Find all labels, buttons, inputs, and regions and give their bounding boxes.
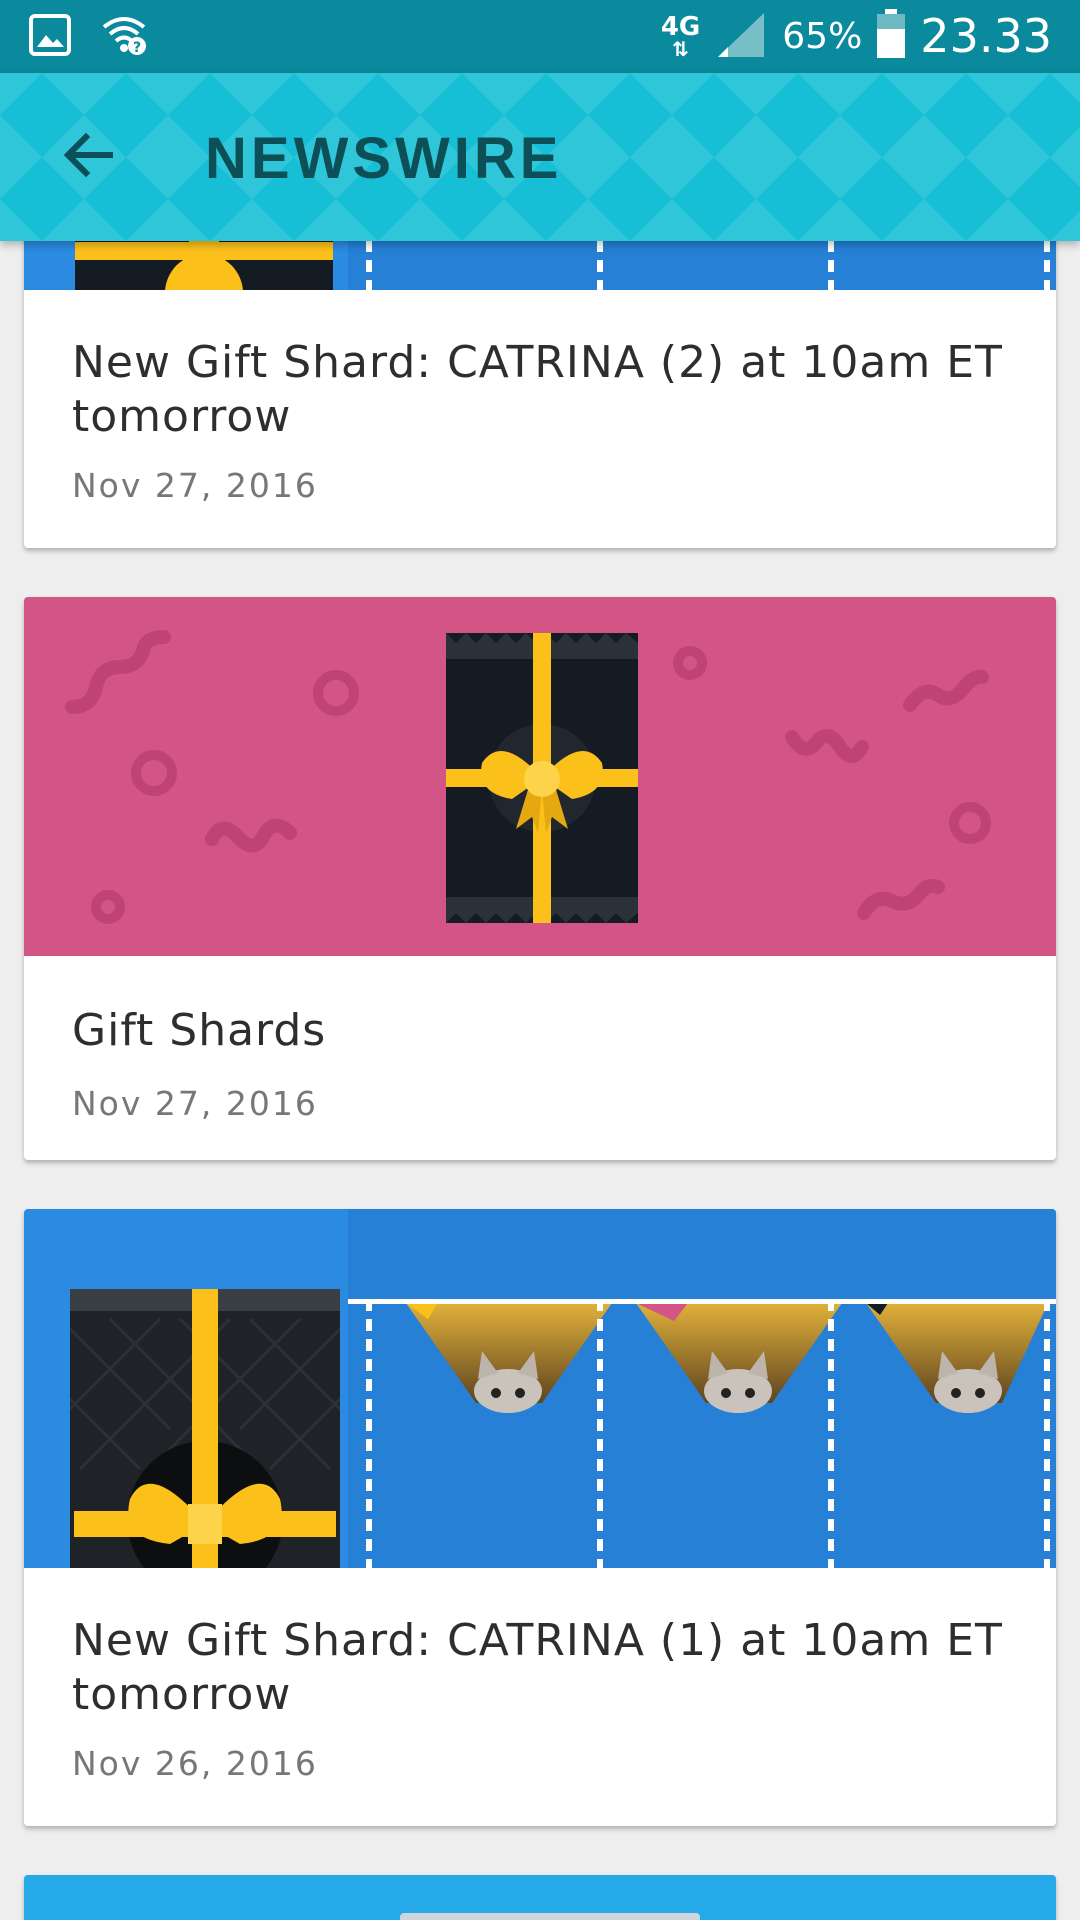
card-banner-image (24, 1209, 1056, 1568)
gallery-icon (28, 13, 72, 61)
news-card[interactable]: New Gift Shard: CATRINA (1) at 10am ET t… (24, 1209, 1056, 1826)
card-title: New Gift Shard: CATRINA (1) at 10am ET t… (72, 1615, 1003, 1720)
app-bar: NEWSWIRE (0, 73, 1080, 241)
card-date: Nov 27, 2016 (72, 466, 318, 505)
wifi-question-icon: ? (100, 13, 148, 61)
news-card[interactable]: Gift Shards Nov 27, 2016 (24, 597, 1056, 1160)
card-banner-image (24, 597, 1056, 956)
card-title: New Gift Shard: CATRINA (2) at 10am ET t… (72, 337, 1003, 442)
cat-shards-image (348, 1299, 1056, 1413)
card-title: Gift Shards (72, 1005, 327, 1056)
status-bar: ? 4G ⇅ 65% 23.33 (0, 0, 1080, 73)
card-date: Nov 26, 2016 (72, 1744, 318, 1783)
status-bar-left: ? (28, 13, 148, 61)
battery-percent: 65% (782, 15, 863, 57)
card-banner-image (400, 1913, 700, 1920)
app-root: ? 4G ⇅ 65% 23.33 NEWSWIRE New Gift Shard… (0, 0, 1080, 1920)
arrow-left-icon (62, 129, 114, 185)
svg-text:?: ? (133, 40, 141, 56)
news-card[interactable] (24, 1875, 1056, 1920)
clock: 23.33 (920, 9, 1052, 63)
battery-icon (876, 9, 906, 63)
page-title: NEWSWIRE (205, 126, 563, 191)
data-arrows-icon: 4G ⇅ (660, 12, 701, 61)
gift-package-image (446, 633, 638, 923)
gift-package-image (70, 1289, 340, 1568)
status-bar-right: 4G ⇅ 65% 23.33 (661, 8, 1052, 64)
back-button[interactable] (52, 121, 124, 193)
card-date: Nov 27, 2016 (72, 1084, 318, 1123)
signal-icon (714, 9, 768, 63)
